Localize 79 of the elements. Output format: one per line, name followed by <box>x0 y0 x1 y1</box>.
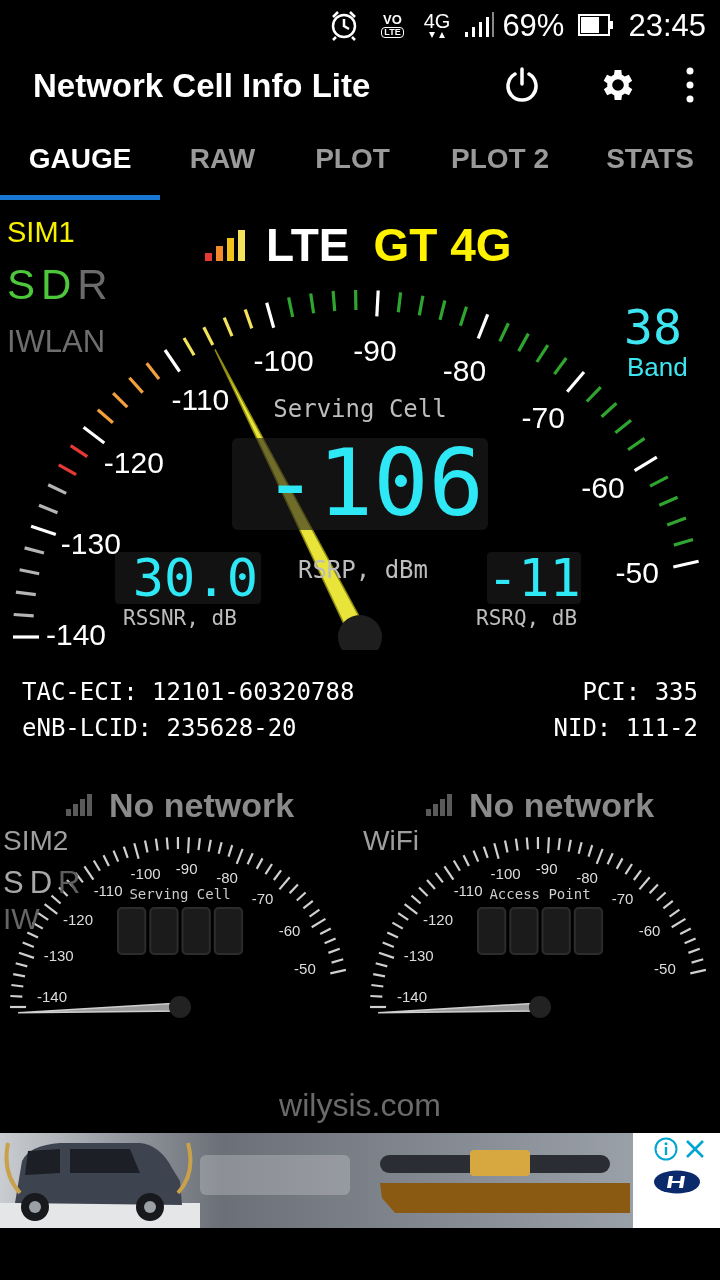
power-icon <box>503 66 541 104</box>
gauge-title: Serving Cell <box>128 887 232 901</box>
tab[interactable]: PLOT 2 <box>420 120 580 200</box>
rsrp-value: -106 <box>232 438 488 530</box>
scale-label: -100 <box>490 864 521 882</box>
scale-label: -50 <box>615 555 659 589</box>
battery-icon <box>578 14 615 36</box>
menu-icon <box>685 67 695 103</box>
clock-time: 23:45 <box>628 9 706 41</box>
scale-label: -100 <box>130 864 161 882</box>
scale-label: -80 <box>216 868 238 886</box>
band-label: Band <box>627 354 688 380</box>
scale-label: -110 <box>453 882 483 900</box>
gauge-title: Access Point <box>488 887 592 901</box>
scale-label: -60 <box>581 470 625 504</box>
sim-indicator: D <box>29 867 53 898</box>
sim-indicator: R <box>77 264 108 306</box>
network-status: No network <box>469 788 655 822</box>
cell-info-text: eNB-LCID: 235628-20 <box>22 713 297 744</box>
scale-label: -70 <box>251 890 274 908</box>
band-value: 38 <box>624 303 682 351</box>
sim-indicator: S <box>3 867 24 898</box>
scale-label: -140 <box>46 617 106 650</box>
cell-info-text: NID: 111-2 <box>553 713 698 744</box>
oval-logo-icon <box>651 1169 702 1195</box>
data-arrows-icon <box>427 31 448 39</box>
volte-badge: VO LTE <box>381 12 404 38</box>
rssnr-label: RSSNR, dB <box>123 608 237 629</box>
scale-label: -50 <box>654 960 676 978</box>
scale-label: -130 <box>43 947 74 965</box>
signal-bars-icon <box>65 793 93 817</box>
tab[interactable]: GAUGE <box>0 120 160 200</box>
needle-hub <box>529 996 551 1018</box>
scale-label: -90 <box>353 334 397 368</box>
scale-label: -120 <box>423 910 453 928</box>
cell-info-text: TAC-ECI: 12101-60320788 <box>22 677 355 708</box>
signal-bars-icon <box>204 228 248 262</box>
iwlan-label: IW <box>3 904 40 934</box>
network-type: 4G <box>423 11 451 31</box>
scale-label: -90 <box>535 860 558 878</box>
scale-label: -130 <box>403 947 434 965</box>
scale-label: -110 <box>171 383 230 416</box>
scale-label: -120 <box>63 910 93 928</box>
cell-info-text: PCI: 335 <box>582 677 698 708</box>
network-name: GT 4G <box>373 222 512 268</box>
scale-label: -90 <box>175 860 198 878</box>
scale-label: -120 <box>103 446 164 480</box>
source-label: SIM2 <box>3 827 69 855</box>
needle-hub <box>338 615 382 650</box>
scale-label: -140 <box>37 987 67 1005</box>
scale-label: -140 <box>397 987 427 1005</box>
tab[interactable]: RAW <box>160 120 285 200</box>
sim-indicator: D <box>41 264 72 306</box>
battery-percent: 69% <box>502 9 565 41</box>
tab[interactable]: PLOT <box>285 120 420 200</box>
app-title: Network Cell Info Lite <box>33 68 372 102</box>
info-icon[interactable] <box>653 1137 678 1161</box>
scale-label: -60 <box>278 921 301 939</box>
scale-label: -80 <box>576 868 598 886</box>
signal-bars-icon <box>425 793 453 817</box>
scale-label: -80 <box>442 353 487 387</box>
scale-label: -60 <box>638 921 661 939</box>
scale-label: -110 <box>93 882 123 900</box>
tab[interactable]: STATS <box>580 120 720 200</box>
rsrq-value: -11 <box>487 552 581 604</box>
scale-label: -100 <box>253 344 314 378</box>
sim-indicator: S <box>7 264 35 306</box>
close-icon[interactable] <box>683 1138 706 1160</box>
rsrq-label: RSRQ, dB <box>476 608 578 629</box>
technology-label: LTE <box>266 222 350 268</box>
signal-icon <box>464 12 495 38</box>
scale-label: -50 <box>294 960 316 978</box>
needle-hub <box>169 996 191 1018</box>
source-label: WiFi <box>363 827 419 855</box>
scale-label: -70 <box>521 401 565 434</box>
network-status: No network <box>109 788 295 822</box>
iwlan-label: IWLAN <box>7 326 106 357</box>
scale-label: -70 <box>611 890 634 908</box>
sim-label: SIM1 <box>7 218 75 247</box>
